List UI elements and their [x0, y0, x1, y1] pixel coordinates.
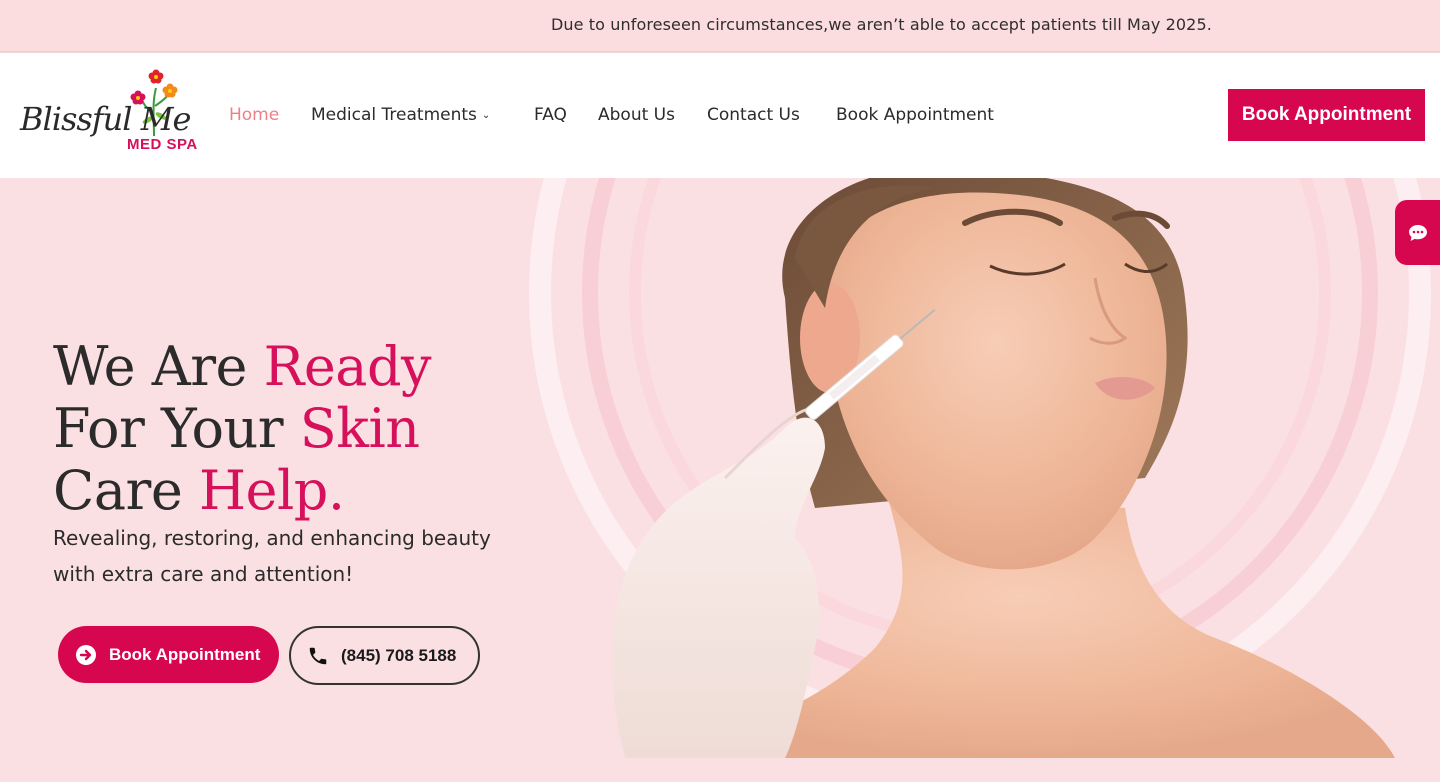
chevron-down-icon: ⌄: [481, 110, 491, 121]
hero-line3-b: Help.: [198, 459, 345, 522]
announcement-text: Due to unforeseen circumstances,we aren’…: [551, 15, 1212, 34]
hero-line3-a: Care: [53, 459, 183, 522]
hero-subtitle: Revealing, restoring, and enhancing beau…: [53, 526, 491, 586]
hero-line2-b: Skin: [299, 397, 420, 460]
hero-line2-a: For Your: [53, 397, 284, 460]
hero-image: [529, 178, 1431, 758]
hero-line1-b: Ready: [263, 335, 432, 398]
hero-phone-button[interactable]: (845) 708 5188: [289, 626, 480, 685]
logo-script-text: Blissful Me: [20, 100, 191, 138]
logo-subtitle: MED SPA: [127, 136, 198, 153]
chat-widget-tab[interactable]: [1395, 200, 1440, 265]
site-header: Blissful Me MED SPA Home Medical Treatme…: [0, 53, 1440, 178]
site-logo[interactable]: Blissful Me MED SPA: [16, 68, 198, 158]
chat-bubble-icon: [1408, 224, 1427, 241]
nav-home[interactable]: Home: [229, 105, 279, 125]
hero-heading: We Are Ready For Your Skin Care Help.: [53, 336, 513, 522]
phone-icon: [309, 647, 327, 664]
hero-section: We Are Ready For Your Skin Care Help. Re…: [0, 178, 1440, 782]
hero-book-appointment-button[interactable]: Book Appointment: [58, 626, 279, 683]
nav-medical-treatments[interactable]: Medical Treatments ⌄: [311, 105, 490, 125]
nav-faq[interactable]: FAQ: [534, 105, 567, 125]
announcement-bar: Due to unforeseen circumstances,we aren’…: [0, 0, 1440, 52]
nav-contact-us[interactable]: Contact Us: [707, 105, 800, 125]
arrow-circle-right-icon: [76, 644, 96, 665]
hero-line1-a: We Are: [53, 335, 248, 398]
nav-book-appointment[interactable]: Book Appointment: [836, 105, 994, 125]
nav-about-us[interactable]: About Us: [598, 105, 675, 125]
hero-phone-label: (845) 708 5188: [341, 645, 457, 665]
header-book-appointment-button[interactable]: Book Appointment: [1228, 89, 1425, 141]
hero-book-appointment-label: Book Appointment: [109, 644, 261, 664]
nav-medical-treatments-label: Medical Treatments: [311, 105, 477, 125]
